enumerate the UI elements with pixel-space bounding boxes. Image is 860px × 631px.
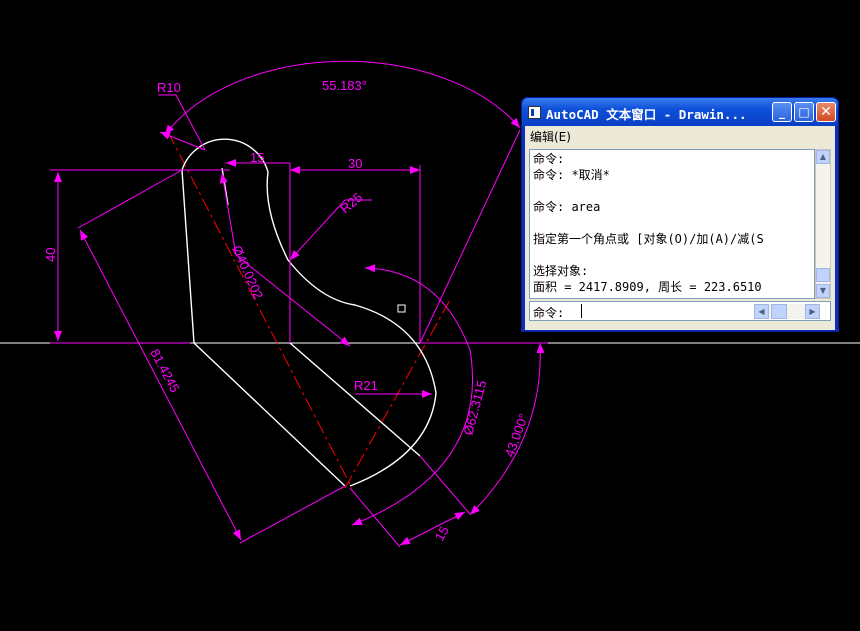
scroll-down-button[interactable]: ▼ [816,284,830,298]
scroll-right-button[interactable]: ▶ [805,304,820,319]
history-line: 命令: [533,152,565,166]
pickbox [397,304,406,313]
horizontal-scroll-thumb[interactable] [771,304,787,319]
minimize-icon: _ [779,105,785,119]
history-line: 命令: area [533,200,601,214]
menu-edit[interactable]: 编辑(E) [530,128,571,145]
command-input[interactable] [580,304,750,318]
vertical-scroll-thumb[interactable] [816,268,830,282]
chevron-down-icon: ▼ [819,286,827,295]
dim-angle-bottom: 43.000° [502,412,531,459]
dim-dia-40: Ø40.0202 [229,243,266,301]
window-title: AutoCAD 文本窗口 - Drawin... [546,107,747,122]
close-button[interactable]: ✕ [816,102,836,122]
history-line: 面积 = 2417.8909, 周长 = 223.6510 [533,280,762,294]
history-line: 指定第一个角点或 [对象(O)/加(A)/减(S [533,232,764,246]
history-line: 选择对象: [533,264,589,278]
title-bar[interactable]: AutoCAD 文本窗口 - Drawin... _ □ ✕ [522,98,838,126]
text-cursor [581,304,582,318]
centerline-1 [167,131,353,489]
text-window-client: 命令: 命令: *取消* 命令: area 指定第一个角点或 [对象(O)/加(… [525,145,835,330]
vertical-scrollbar[interactable]: ▲ ▼ [815,149,831,299]
scroll-left-button[interactable]: ◀ [754,304,769,319]
dim-r21: R21 [354,378,378,393]
menu-bar: 编辑(E) [525,126,835,145]
dim-30: 30 [348,156,362,171]
history-line: 命令: *取消* [533,168,610,182]
maximize-icon: □ [798,105,810,119]
command-line[interactable]: 命令: ◀ ▶ [529,301,831,321]
dim-15-bottom: 15 [432,523,452,543]
maximize-button[interactable]: □ [794,102,814,122]
app-icon[interactable] [528,106,541,119]
horizontal-scrollbar[interactable]: ◀ ▶ [754,304,820,319]
command-prompt: 命令: [533,306,565,320]
dim-15-top: 15 [250,150,264,165]
dim-dia-62: Ø62.3115 [460,379,489,437]
dim-angle-top: 55.183° [322,78,367,93]
minimize-button[interactable]: _ [772,102,792,122]
part-outline [181,138,437,487]
autocad-text-window[interactable]: AutoCAD 文本窗口 - Drawin... _ □ ✕ 编辑(E) 命令:… [521,97,839,332]
chevron-left-icon: ◀ [758,307,765,316]
dim-40: 40 [43,248,58,262]
dimension-lines [50,60,548,548]
chevron-right-icon: ▶ [809,307,816,316]
close-icon: ✕ [820,104,832,120]
chevron-up-icon: ▲ [819,152,827,161]
dim-r10: R10 [157,80,181,95]
scroll-up-button[interactable]: ▲ [816,150,830,164]
dim-r25: R25 [337,189,365,216]
command-history[interactable]: 命令: 命令: *取消* 命令: area 指定第一个角点或 [对象(O)/加(… [529,149,815,299]
